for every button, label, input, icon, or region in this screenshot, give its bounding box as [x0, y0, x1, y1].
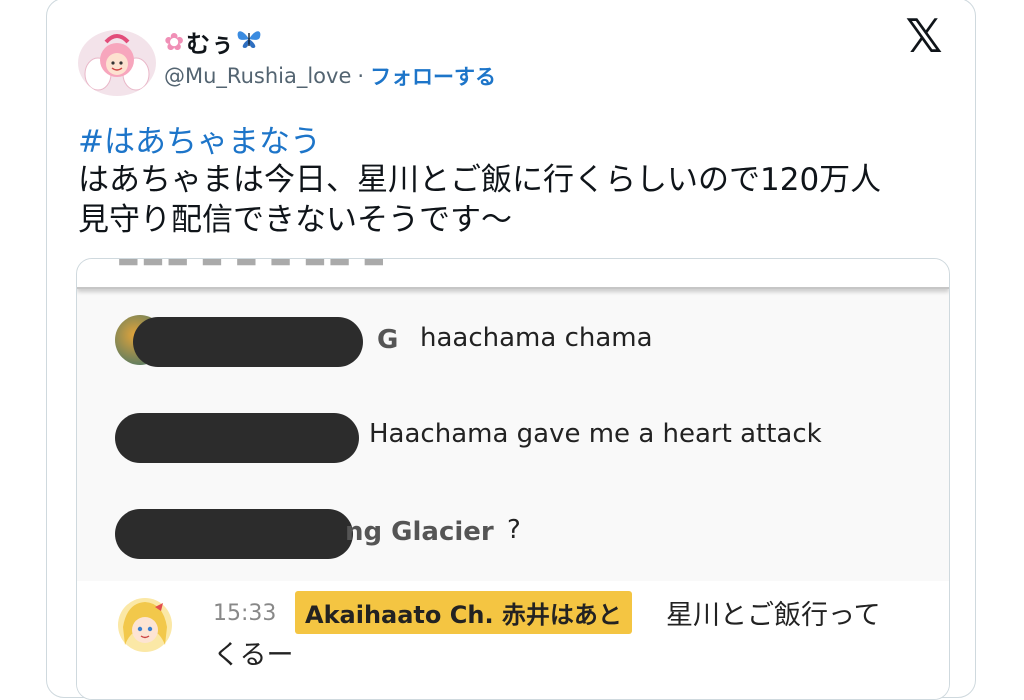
redaction-bar — [133, 317, 363, 367]
redaction-bar — [115, 413, 359, 463]
chat-message-row: Haachama gave me a heart attack — [77, 389, 949, 485]
chat-message-text: haachama chama — [420, 323, 653, 353]
author-display-name[interactable]: むぅ — [186, 24, 234, 59]
tweet-text-line-2: 見守り配信できないそうです～ — [78, 202, 512, 238]
tweet-text: はあちゃまは今日、星川とご飯に行くらしいので120万人 見守り配信できないそうで… — [78, 160, 958, 240]
tweet-text-line-1: はあちゃまは今日、星川とご飯に行くらしいので120万人 — [78, 162, 882, 198]
hashtag-link[interactable]: #はあちゃまなう — [78, 116, 321, 161]
chat-message-text: Haachama gave me a heart attack — [369, 419, 822, 449]
author-handle-row: @Mu_Rushia_love · フォローする — [164, 61, 496, 91]
owner-chat-row: 15:33 Akaihaato Ch. 赤井はあと 星川とご飯行って くるー — [77, 581, 949, 699]
chat-header-cut: ▬▬▬ ▬ ▬ ▬ ▬▬ ▬ — [77, 259, 949, 289]
cut-header-text: ▬▬▬ ▬ ▬ ▬ ▬▬ ▬ — [117, 258, 388, 273]
follow-button[interactable]: フォローする — [370, 61, 496, 91]
chat-message-text: ? — [507, 515, 521, 545]
chat-message-row: ng Glacier ? — [77, 485, 949, 581]
owner-name-badge[interactable]: Akaihaato Ch. 赤井はあと — [295, 591, 632, 634]
chat-author-name: ng Glacier — [345, 517, 494, 547]
x-logo-icon[interactable]: 𝕏 — [903, 13, 945, 59]
embedded-image[interactable]: ▬▬▬ ▬ ▬ ▬ ▬▬ ▬ G haachama chama Haachama… — [76, 258, 950, 700]
chat-timestamp: 15:33 — [213, 601, 277, 626]
redaction-bar — [115, 509, 353, 559]
chat-message-row: G haachama chama — [77, 293, 949, 389]
owner-message-line-2: くるー — [213, 640, 294, 671]
author-name-row[interactable]: ✿ むぅ — [164, 24, 262, 59]
chat-author-name: G — [377, 325, 399, 355]
cherry-blossom-icon: ✿ — [164, 27, 185, 56]
owner-message-line-1: 星川とご飯行って — [666, 600, 881, 631]
separator-dot: · — [357, 64, 365, 88]
owner-avatar — [117, 597, 173, 653]
author-avatar[interactable] — [78, 30, 156, 96]
butterfly-icon — [236, 28, 262, 56]
author-handle[interactable]: @Mu_Rushia_love — [164, 64, 351, 88]
